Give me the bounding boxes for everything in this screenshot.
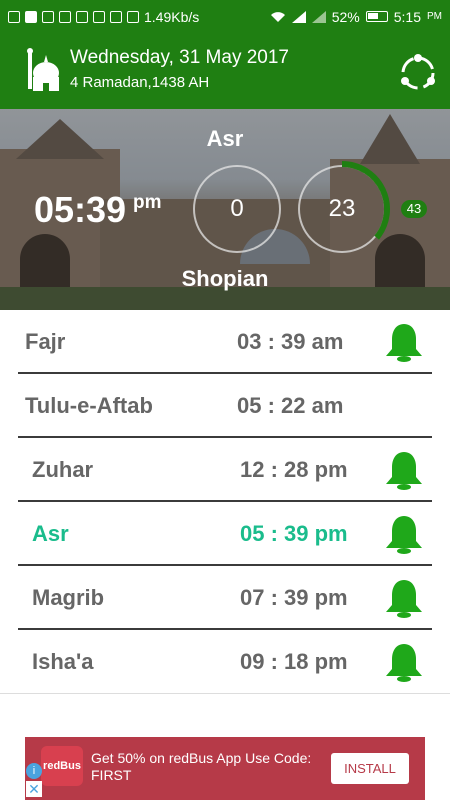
- ad-close-icon[interactable]: ✕: [26, 781, 42, 797]
- status-right-icons: 52% 5:15 PM: [270, 9, 442, 25]
- upload-icon: [76, 10, 88, 23]
- status-left-icons: 1.49Kb/s: [8, 9, 270, 25]
- prayer-name: Tulu-e-Aftab: [25, 393, 153, 418]
- bell-icon[interactable]: [382, 448, 426, 492]
- hijri-date: 4 Ramadan,1438 AH: [70, 74, 210, 91]
- prayer-time: 03 : 39 am: [237, 329, 344, 354]
- prayer-row-ishaa[interactable]: Isha'a 09 : 18 pm: [0, 630, 450, 694]
- sync-icon[interactable]: [398, 53, 438, 93]
- ad-banner[interactable]: redBus Get 50% on redBus App Use Code: F…: [25, 737, 425, 800]
- current-prayer-time: 05:39: [34, 189, 127, 230]
- ad-text[interactable]: Get 50% on redBus App Use Code: FIRST: [91, 750, 321, 784]
- countdown-seconds-arc: [341, 161, 390, 240]
- prayer-name: Zuhar: [32, 457, 94, 482]
- wifi-icon: [270, 11, 285, 22]
- prayer-row-asr[interactable]: Asr 05 : 39 pm: [0, 502, 450, 566]
- city-name[interactable]: Shopian: [0, 266, 450, 292]
- signal-icon-2: [311, 10, 326, 23]
- mail-icon: [42, 10, 54, 23]
- prayer-time: 05 : 39 pm: [240, 521, 348, 546]
- network-speed: 1.49Kb/s: [144, 8, 200, 25]
- image-icon: [93, 10, 105, 23]
- signal-icon: [291, 10, 306, 23]
- ad-info-icon[interactable]: i: [26, 763, 42, 779]
- current-prayer-name: Asr: [206, 126, 244, 151]
- prayer-row-magrib[interactable]: Magrib 07 : 39 pm: [0, 566, 450, 630]
- prayer-row-zuhar[interactable]: Zuhar 12 : 28 pm: [0, 438, 450, 502]
- prayer-name: Isha'a: [32, 649, 94, 674]
- battery-percent: 52%: [331, 8, 360, 25]
- bell-icon[interactable]: [382, 320, 426, 364]
- prayer-name: Fajr: [25, 329, 66, 354]
- countdown-seconds: 43: [401, 200, 427, 218]
- prayer-row-fajr[interactable]: Fajr 03 : 39 am: [0, 310, 450, 374]
- notification-icon: [8, 10, 20, 23]
- prayer-name: Magrib: [32, 585, 105, 610]
- gregorian-date: Wednesday, 31 May 2017: [70, 47, 289, 68]
- row-divider: [0, 693, 450, 694]
- facebook-icon: [25, 10, 37, 23]
- countdown-hours: 0: [193, 165, 281, 253]
- mosque-icon: [27, 48, 59, 91]
- prayer-row-tulu-e-aftab[interactable]: Tulu-e-Aftab 05 : 22 am: [0, 374, 450, 438]
- location-icon: [110, 10, 122, 23]
- prayer-time: 05 : 22 am: [237, 393, 344, 418]
- prayer-time: 12 : 28 pm: [240, 457, 348, 482]
- battery-icon: [365, 11, 388, 22]
- prayer-time: 09 : 18 pm: [240, 649, 348, 674]
- install-button[interactable]: INSTALL: [331, 753, 409, 784]
- countdown-hours-value: 0: [230, 195, 244, 222]
- prayer-list: Fajr 03 : 39 am Tulu-e-Aftab 05 : 22 am …: [0, 310, 450, 694]
- app-header: Wednesday, 31 May 2017 4 Ramadan,1438 AH: [0, 33, 450, 109]
- redbus-logo[interactable]: redBus: [41, 746, 83, 786]
- hero-banner: Asr 05:39 pm 0 23 43 Shopian: [0, 109, 450, 310]
- prayer-time: 07 : 39 pm: [240, 585, 348, 610]
- current-prayer-ampm: pm: [133, 192, 162, 213]
- clock-icon: [127, 10, 139, 23]
- gmail-icon: [59, 10, 71, 23]
- bell-icon[interactable]: [382, 576, 426, 620]
- bell-icon[interactable]: [382, 512, 426, 556]
- bell-icon[interactable]: [382, 640, 426, 684]
- status-time: 5:15: [393, 8, 421, 25]
- status-time-suffix: PM: [427, 11, 442, 22]
- status-bar: 1.49Kb/s 52% 5:15 PM: [0, 0, 450, 33]
- prayer-name: Asr: [32, 521, 69, 546]
